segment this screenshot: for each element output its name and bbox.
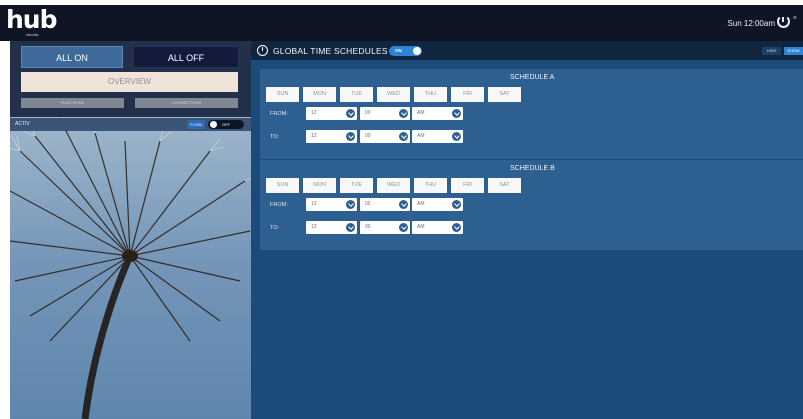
all-on-button[interactable]: ALL ON [21,46,123,68]
day-selector: SUN MON TUE WED THU FRI SAT [266,87,525,102]
day-tue-button[interactable]: TUE [340,178,373,193]
select-value: 00 [365,224,371,230]
from-ampm-select[interactable]: AM [412,107,463,120]
menu-icon[interactable]: ☰ [793,16,801,20]
clock-icon [257,45,268,56]
select-value: AM [417,224,425,230]
logo-text: hub [6,5,57,34]
chevron-down-icon [346,200,355,209]
from-hour-select[interactable]: 12 [306,107,357,120]
from-hour-select[interactable]: 12 [306,198,357,211]
to-hour-select[interactable]: 12 [306,130,357,143]
hide-button[interactable]: HIDE [762,47,781,55]
day-thu-button[interactable]: THU [414,87,447,102]
schedule-title: SCHEDULE B [510,165,555,172]
flow-button[interactable]: FLOW [187,120,205,129]
chevron-down-icon [452,132,461,141]
day-wed-button[interactable]: WED [377,178,410,193]
schedule-title: SCHEDULE A [510,74,555,81]
clock-text: Sun 12:00am [727,19,775,28]
to-minute-select[interactable]: 00 [360,130,410,143]
select-value: AM [417,133,425,139]
select-value: 12 [311,110,317,116]
filter-row: ACTIV FLOW OFF [10,118,251,131]
all-off-button[interactable]: ALL OFF [133,46,239,68]
day-thu-button[interactable]: THU [414,178,447,193]
day-sun-button[interactable]: SUN [266,178,299,193]
select-value: AM [417,110,425,116]
day-tue-button[interactable]: TUE [340,87,373,102]
show-button[interactable]: SHOW [784,47,803,55]
chevron-down-icon [399,132,408,141]
select-value: 00 [365,133,371,139]
top-bar: hub circuits Sun 12:00am ☰ [0,5,803,41]
to-label: TO: [270,225,280,231]
select-value: AM [417,201,425,207]
to-ampm-select[interactable]: AM [412,130,463,143]
select-value: 00 [365,110,371,116]
chevron-down-icon [346,223,355,232]
day-sat-button[interactable]: SAT [488,178,521,193]
overview-button[interactable]: OVERVIEW [21,72,238,92]
day-selector: SUN MON TUE WED THU FRI SAT [266,178,525,193]
chevron-down-icon [346,109,355,118]
hub-logo[interactable]: hub circuits [6,5,57,39]
select-value: 00 [365,201,371,207]
select-value: 12 [311,224,317,230]
day-mon-button[interactable]: MON [303,178,336,193]
left-panel: ALL ON ALL OFF OVERVIEW FUNCTIONS CONNEC… [10,41,251,419]
toggle-label: OFF [222,122,230,127]
from-minute-select[interactable]: 00 [360,107,410,120]
select-value: 12 [311,133,317,139]
toggle-knob [210,121,217,128]
to-hour-select[interactable]: 12 [306,221,357,234]
page-title: GLOBAL TIME SCHEDULES [273,46,388,56]
to-minute-select[interactable]: 00 [360,221,410,234]
app-root: hub circuits Sun 12:00am ☰ ALL ON ALL OF… [0,0,803,419]
left-controls: ALL ON ALL OFF OVERVIEW FUNCTIONS CONNEC… [10,41,251,117]
clock-icon[interactable] [777,15,790,28]
from-minute-select[interactable]: 00 [360,198,410,211]
filter-label: ACTIV [15,121,30,127]
day-sat-button[interactable]: SAT [488,87,521,102]
chevron-down-icon [399,109,408,118]
select-value: 12 [311,201,317,207]
toggle-knob [413,47,421,55]
schedule-a-card: SCHEDULE A SUN MON TUE WED THU FRI SAT F… [260,69,803,159]
chevron-down-icon [346,132,355,141]
chevron-down-icon [399,200,408,209]
logo-subtext: circuits [26,32,39,37]
chevron-down-icon [452,109,461,118]
chevron-down-icon [452,200,461,209]
toggle-label: ON [395,48,402,53]
from-label: FROM: [270,111,288,117]
off-toggle[interactable]: OFF [208,120,244,129]
chevron-down-icon [399,223,408,232]
chevron-down-icon [452,223,461,232]
day-fri-button[interactable]: FRI [451,87,484,102]
day-mon-button[interactable]: MON [303,87,336,102]
from-label: FROM: [270,202,288,208]
day-fri-button[interactable]: FRI [451,178,484,193]
from-ampm-select[interactable]: AM [412,198,463,211]
schedules-header: GLOBAL TIME SCHEDULES ON HIDE SHOW [251,41,803,60]
right-panel: GLOBAL TIME SCHEDULES ON HIDE SHOW SCHED… [251,41,803,419]
to-label: TO: [270,134,280,140]
connections-button[interactable]: CONNECTIONS [135,98,238,108]
schedule-b-card: SCHEDULE B SUN MON TUE WED THU FRI SAT F… [260,160,803,250]
day-wed-button[interactable]: WED [377,87,410,102]
day-sun-button[interactable]: SUN [266,87,299,102]
functions-button[interactable]: FUNCTIONS [21,98,124,108]
schedules-toggle[interactable]: ON [389,46,422,56]
to-ampm-select[interactable]: AM [412,221,463,234]
